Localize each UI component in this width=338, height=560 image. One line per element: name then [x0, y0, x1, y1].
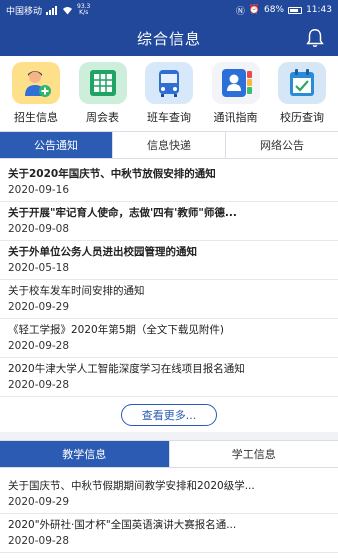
spreadsheet-icon [78, 62, 127, 104]
teaching-list: 关于国庆节、中秋节假期期间教学安排和2020级学... 2020-09-29 2… [0, 475, 338, 553]
calendar-icon [278, 62, 326, 104]
list-item[interactable]: 关于校车发车时间安排的通知 2020-09-29 [0, 280, 338, 319]
view-more-button[interactable]: 查看更多... [121, 404, 217, 426]
signal-icon [46, 5, 58, 15]
page-title: 综合信息 [136, 29, 201, 48]
notice-list: 关于2020年国庆节、中秋节放假安排的通知 2020-09-16 关于开展"牢记… [0, 163, 338, 397]
section-divider [0, 432, 338, 440]
quick-item-weekly[interactable]: 周会表 [71, 56, 135, 126]
contacts-icon [211, 62, 260, 104]
list-item[interactable]: 关于2020年国庆节、中秋节放假安排的通知 2020-09-16 [0, 163, 338, 202]
quick-label-bus: 班车查询 [147, 111, 191, 124]
teaching-tabs: 教学信息 学工信息 [0, 440, 338, 468]
notice-title: 2020牛津大学人工智能深度学习在线项目报名通知 [8, 363, 245, 375]
wifi-icon [63, 6, 73, 14]
nfc-icon: Ⓝ [235, 6, 245, 17]
more-button-wrap: 查看更多... [0, 398, 338, 432]
list-item[interactable]: 关于国庆节、中秋节假期期间教学安排和2020级学... 2020-09-29 [0, 475, 338, 514]
app-header: 综合信息 [0, 20, 338, 56]
clock-time: 11:43 [306, 5, 332, 15]
alarm-icon: ⏰ [248, 5, 261, 15]
teaching-title: 关于国庆节、中秋节假期期间教学安排和2020级学... [8, 480, 255, 492]
quick-label-admission: 招生信息 [14, 111, 58, 124]
quick-item-calendar[interactable]: 校历查询 [270, 56, 334, 126]
teaching-date: 2020-09-29 [8, 496, 70, 508]
notice-date: 2020-09-08 [8, 223, 70, 235]
tab-student-affairs[interactable]: 学工信息 [169, 441, 338, 467]
battery-percent: 68% [264, 5, 285, 15]
quick-label-calendar: 校历查询 [280, 111, 324, 124]
carrier-label: 中国移动 [6, 6, 43, 17]
notice-tabs: 公告通知 信息快递 网络公告 [0, 131, 338, 159]
bell-icon[interactable] [304, 27, 326, 49]
notice-title: 关于2020年国庆节、中秋节放假安排的通知 [8, 168, 216, 180]
notice-date: 2020-09-28 [8, 340, 70, 352]
quick-item-admission[interactable]: 招生信息 [4, 56, 68, 126]
status-bar: 中国移动 93.3 K/s Ⓝ ⏰ 68% 11:43 [0, 0, 338, 20]
network-speed: 93.3 K/s [77, 3, 91, 16]
admission-icon [12, 62, 60, 104]
notice-title: 关于开展"牢记育人使命，志做'四有'教师"师德... [8, 207, 237, 219]
list-item[interactable]: 关于外单位公务人员进出校园管理的通知 2020-05-18 [0, 241, 338, 280]
teaching-date: 2020-09-28 [8, 535, 70, 547]
quick-label-contacts: 通讯指南 [213, 111, 258, 124]
tab-announcements[interactable]: 公告通知 [0, 132, 113, 158]
teaching-title: 2020"外研社·国才杯"全国英语演讲大赛报名通... [8, 519, 237, 531]
list-item[interactable]: 2020牛津大学人工智能深度学习在线项目报名通知 2020-09-28 [0, 358, 338, 397]
notice-date: 2020-09-16 [8, 184, 70, 196]
bus-icon [145, 62, 193, 104]
tab-express-info[interactable]: 信息快递 [113, 132, 226, 158]
quick-access-grid: 招生信息 周会表 班车查询 通讯指南 校历查询 [0, 56, 338, 126]
quick-item-bus[interactable]: 班车查询 [137, 56, 201, 126]
notice-title: 关于校车发车时间安排的通知 [8, 285, 145, 297]
battery-icon [288, 6, 303, 14]
notice-date: 2020-09-29 [8, 301, 70, 313]
notice-title: 关于外单位公务人员进出校园管理的通知 [8, 246, 197, 258]
tab-teaching-info[interactable]: 教学信息 [0, 441, 170, 467]
list-item[interactable]: 关于开展"牢记育人使命，志做'四有'教师"师德... 2020-09-08 [0, 202, 338, 241]
notice-date: 2020-05-18 [8, 262, 70, 274]
list-item[interactable]: 《轻工学报》2020年第5期（全文下载见附件) 2020-09-28 [0, 319, 338, 358]
notice-date: 2020-09-28 [8, 379, 70, 391]
quick-item-contacts[interactable]: 通讯指南 [204, 56, 268, 126]
quick-label-weekly: 周会表 [86, 111, 119, 124]
list-item[interactable]: 2020"外研社·国才杯"全国英语演讲大赛报名通... 2020-09-28 [0, 514, 338, 553]
tab-network-notice[interactable]: 网络公告 [226, 132, 338, 158]
notice-title: 《轻工学报》2020年第5期（全文下载见附件) [8, 324, 224, 336]
